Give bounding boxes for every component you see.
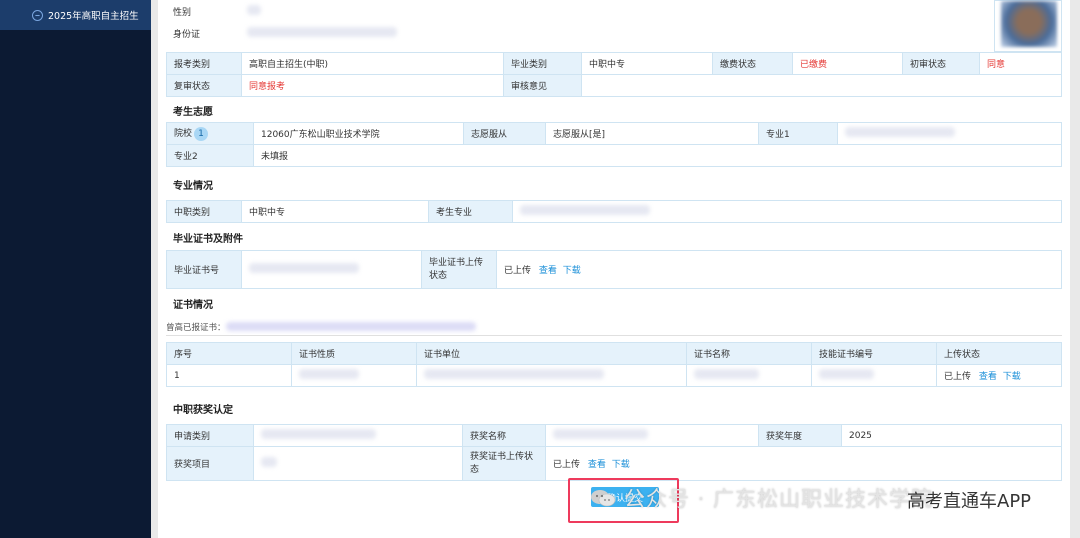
col-header-issuer: 证书单位: [416, 342, 687, 365]
watermark: 公众号 · 广东松山职业技术学院: [590, 483, 933, 513]
main-area: 性别 身份证 报考类别 高职自主招生(中职) 毕业类别 中职中专 缴费状态 已缴…: [151, 0, 1080, 538]
obey-label: 志愿服从: [463, 122, 546, 145]
second-review-label: 复审状态: [166, 74, 242, 97]
cert-row-no: 1: [166, 364, 292, 387]
type-value: 中职中专: [241, 200, 429, 223]
cert-row-nature: [299, 369, 359, 379]
cert-download-link[interactable]: 下载: [1003, 372, 1021, 382]
cert-row-name: [694, 369, 759, 379]
major-info-title: 专业情况: [173, 181, 213, 192]
cert-row-skill-no: [819, 369, 874, 379]
exam-info-table: 报考类别 高职自主招生(中职) 毕业类别 中职中专 缴费状态 已缴费 初审状态 …: [166, 52, 1062, 97]
first-review-label: 初审状态: [902, 52, 980, 75]
award-year-label: 获奖年度: [758, 424, 842, 447]
first-review-value: 同意: [979, 52, 1062, 75]
reported-certs-label: 曾高已报证书：: [166, 322, 226, 333]
pay-status-label: 缴费状态: [712, 52, 793, 75]
category-value: 高职自主招生(中职): [241, 52, 504, 75]
reported-certs-line: 曾高已报证书：: [166, 318, 1062, 336]
wishes-table: 院校 1 12060广东松山职业技术学院 志愿服从 志愿服从[是] 专业1 专业2…: [166, 122, 1062, 167]
grad-type-value: 中职中专: [581, 52, 713, 75]
watermark-text: 公众号 · 广东松山职业技术学院: [624, 487, 934, 511]
certificates-title: 证书情况: [173, 300, 213, 311]
grad-download-link[interactable]: 下载: [563, 266, 581, 276]
col-header-upload: 上传状态: [936, 342, 1062, 365]
grad-no-value: [249, 263, 359, 273]
certificates-table: 序号 证书性质 证书单位 证书名称 技能证书编号 上传状态 1 已上传 查看 下…: [166, 342, 1062, 387]
school-value: 12060广东松山职业技术学院: [253, 122, 464, 145]
award-item-value: [261, 457, 277, 467]
watermark-overlay-text: 高考直通车APP: [907, 491, 1032, 512]
second-review-value: 同意报考: [241, 74, 504, 97]
major-info-table: 中职类别 中职中专 考生专业: [166, 200, 1062, 223]
pay-status-value: 已缴费: [792, 52, 903, 75]
award-name-label: 获奖名称: [462, 424, 546, 447]
award-year-value: 2025: [841, 424, 1062, 447]
wechat-icon: [591, 490, 616, 507]
major2-label: 专业2: [166, 144, 254, 167]
sidebar-item-label: 2025年高职自主招生: [48, 11, 139, 22]
wishes-title: 考生志愿: [173, 107, 213, 118]
id-label: 身份证: [173, 29, 201, 40]
grad-type-label: 毕业类别: [503, 52, 582, 75]
category-label: 报考类别: [166, 52, 242, 75]
applicant-photo: [994, 0, 1062, 52]
grad-no-label: 毕业证书号: [166, 250, 242, 289]
major2-value: 未填报: [253, 144, 1062, 167]
cert-row-issuer: [424, 369, 604, 379]
sidebar: 2025年高职自主招生: [0, 0, 151, 538]
gender-value: [247, 4, 261, 15]
award-upload-status: 已上传: [553, 460, 581, 470]
basic-info-table: 性别 身份证: [166, 0, 992, 44]
col-header-no: 序号: [166, 342, 292, 365]
award-title: 中职获奖认定: [173, 405, 233, 416]
col-header-skill-no: 技能证书编号: [811, 342, 937, 365]
major-value: [520, 205, 650, 215]
school-label: 院校 1: [166, 122, 254, 145]
major1-value: [845, 127, 955, 137]
cert-view-link[interactable]: 查看: [979, 372, 997, 382]
review-opinion-label: 审核意见: [503, 74, 582, 97]
apply-type-value: [261, 429, 376, 439]
grad-upload-status: 已上传: [504, 266, 532, 276]
type-label: 中职类别: [166, 200, 242, 223]
major1-label: 专业1: [758, 122, 838, 145]
circle-minus-icon: [32, 9, 43, 21]
gender-label: 性别: [173, 7, 192, 18]
school-index-badge: 1: [194, 127, 209, 141]
award-name-value: [553, 429, 648, 439]
obey-value: 志愿服从[是]: [545, 122, 759, 145]
id-value: [247, 26, 397, 37]
reported-certs-value: [225, 322, 476, 331]
review-opinion-value: [581, 74, 1062, 97]
content-panel: 性别 身份证 报考类别 高职自主招生(中职) 毕业类别 中职中专 缴费状态 已缴…: [158, 0, 1070, 538]
col-header-nature: 证书性质: [291, 342, 417, 365]
award-view-link[interactable]: 查看: [588, 460, 606, 470]
cert-upload-status: 已上传: [944, 372, 972, 382]
award-download-link[interactable]: 下载: [612, 460, 630, 470]
grad-view-link[interactable]: 查看: [539, 266, 557, 276]
col-header-name: 证书名称: [686, 342, 812, 365]
table-row: 1 已上传 查看 下载: [166, 364, 1062, 387]
award-upload-label: 获奖证书上传状态: [462, 446, 546, 481]
major-label: 考生专业: [428, 200, 513, 223]
sidebar-item-2025-admission[interactable]: 2025年高职自主招生: [0, 0, 151, 30]
award-item-label: 获奖项目: [166, 446, 254, 481]
grad-cert-table: 毕业证书号 毕业证书上传 状态 已上传 查看 下载: [166, 250, 1062, 289]
grad-cert-title: 毕业证书及附件: [173, 234, 243, 245]
apply-type-label: 申请类别: [166, 424, 254, 447]
award-table: 申请类别 获奖名称 获奖年度 2025 获奖项目 获奖证书上传状态 已上传 查看…: [166, 424, 1062, 481]
grad-upload-label: 毕业证书上传 状态: [421, 250, 497, 289]
